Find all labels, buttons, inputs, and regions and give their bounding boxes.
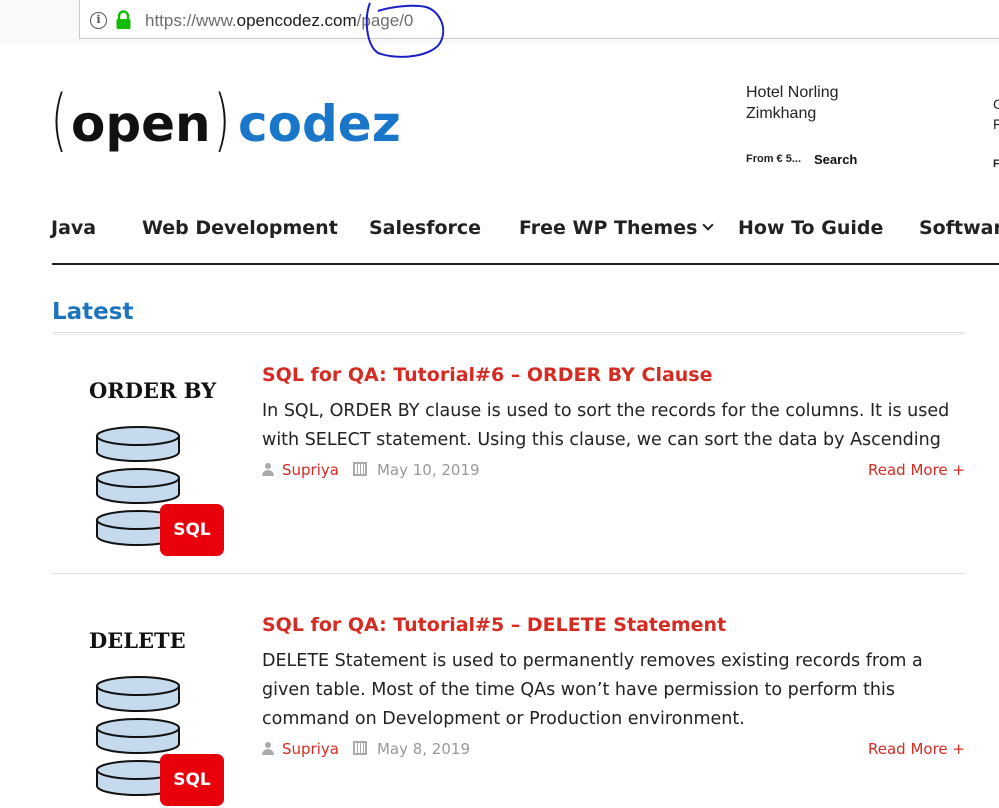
url-path: /page/0	[356, 11, 414, 30]
ad-line-2: Zimkhang	[746, 105, 817, 122]
url-base: https://www.	[145, 11, 237, 30]
post-title[interactable]: SQL for QA: Tutorial#6 – ORDER BY Clause	[262, 364, 713, 386]
main-nav: Java Web Development Salesforce Free WP …	[0, 214, 999, 248]
user-icon	[262, 463, 274, 476]
logo-word-open: open	[71, 95, 211, 153]
nav-item-free-wp-themes[interactable]: Free WP Themes	[519, 217, 715, 239]
post-excerpt: DELETE Statement is used to permanently …	[262, 651, 923, 729]
info-icon[interactable]: i	[90, 12, 107, 29]
ad-search-button[interactable]: Search	[814, 152, 857, 167]
logo-word-codez: codez	[238, 95, 401, 153]
section-divider	[52, 332, 965, 335]
post-author[interactable]: Supriya	[282, 740, 339, 758]
url-text[interactable]: https://www.opencodez.com/page/0	[145, 11, 413, 31]
sql-badge: SQL	[160, 754, 224, 806]
calendar-icon	[352, 462, 367, 476]
post-thumbnail[interactable]: ORDER BY SQL	[52, 376, 232, 556]
sql-badge: SQL	[160, 504, 224, 556]
chevron-down-icon	[702, 219, 715, 231]
post-author[interactable]: Supriya	[282, 461, 339, 479]
lock-icon	[116, 10, 131, 29]
thumbnail-caption: ORDER BY	[89, 378, 217, 403]
browser-toolbar: i https://www.opencodez.com/page/0	[0, 0, 999, 58]
read-more-link[interactable]: Read More +	[868, 461, 965, 479]
post-thumbnail[interactable]: DELETE SQL	[52, 626, 232, 806]
post-title[interactable]: SQL for QA: Tutorial#5 – DELETE Statemen…	[262, 614, 726, 636]
post-date: May 10, 2019	[376, 461, 480, 479]
hotel-ad-clipped[interactable]: CF F	[993, 94, 999, 170]
nav-item-web-development[interactable]: Web Development	[142, 217, 338, 239]
calendar-icon	[352, 741, 367, 755]
thumbnail-caption: DELETE	[89, 628, 186, 653]
nav-item-software[interactable]: Software	[919, 217, 999, 239]
read-more-link[interactable]: Read More +	[868, 740, 965, 758]
post-meta: Supriya May 8, 2019	[262, 740, 470, 758]
post-excerpt: In SQL, ORDER BY clause is used to sort …	[262, 401, 950, 450]
ad-line-1: Hotel Norling	[746, 84, 839, 101]
logo-left-bracket: (	[51, 81, 67, 160]
url-domain: opencodez.com	[236, 11, 357, 30]
nav-item-how-to-guide[interactable]: How To Guide	[738, 217, 883, 239]
nav-divider	[52, 263, 999, 265]
section-title: Latest	[52, 299, 134, 325]
post-divider	[52, 573, 965, 574]
nav-item-java[interactable]: Java	[51, 217, 96, 239]
user-icon	[262, 742, 274, 755]
nav-item-label: Free WP Themes	[519, 217, 698, 239]
ad-price: From € 5...	[746, 153, 802, 165]
nav-item-salesforce[interactable]: Salesforce	[369, 217, 481, 239]
logo-right-bracket: )	[214, 81, 230, 160]
hotel-ad[interactable]: Hotel Norling Zimkhang From € 5... Searc…	[746, 82, 857, 167]
post-meta: Supriya May 10, 2019	[262, 461, 480, 479]
post-date: May 8, 2019	[376, 740, 470, 758]
